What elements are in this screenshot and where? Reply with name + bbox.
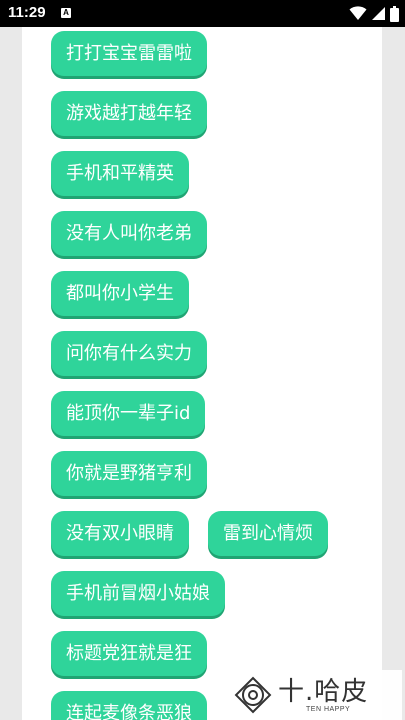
lyric-chip-5[interactable]: 都叫你小学生 (51, 271, 189, 316)
notification-icon: A (61, 8, 71, 18)
lyric-chip-6[interactable]: 问你有什么实力 (51, 331, 207, 376)
lyric-chip-2[interactable]: 游戏越打越年轻 (51, 91, 207, 136)
watermark-title: 十.哈皮 (278, 677, 369, 707)
status-bar: 11:29 A (0, 0, 405, 27)
status-icons (345, 5, 399, 22)
watermark-subtitle: TEN HAPPY (306, 706, 351, 713)
battery-icon (390, 5, 399, 22)
lyric-chip-3[interactable]: 手机和平精英 (51, 151, 189, 196)
signal-icon (372, 7, 385, 20)
left-margin (0, 27, 22, 720)
lyric-chip-9[interactable]: 没有双小眼睛 (51, 511, 189, 556)
lyric-chip-7[interactable]: 能顶你一辈子id (51, 391, 206, 436)
lyric-chip-4[interactable]: 没有人叫你老弟 (51, 211, 207, 256)
lyric-chip-12[interactable]: 标题党狂就是狂 (51, 631, 207, 676)
lyric-chip-13[interactable]: 连起麦像条恶狼 (51, 691, 207, 720)
wifi-icon (349, 6, 367, 20)
watermark-logo-icon (234, 676, 272, 714)
lyric-chip-10[interactable]: 雷到心情烦 (208, 511, 328, 556)
lyric-chip-1[interactable]: 打打宝宝雷雷啦 (51, 31, 207, 76)
status-time: 11:29 (8, 4, 46, 21)
watermark: 十.哈皮 TEN HAPPY (222, 670, 402, 720)
content-panel: 打打宝宝雷雷啦 游戏越打越年轻 手机和平精英 没有人叫你老弟 都叫你小学生 问你… (22, 27, 382, 720)
lyric-chip-11[interactable]: 手机前冒烟小姑娘 (51, 571, 225, 616)
lyric-chip-8[interactable]: 你就是野猪亨利 (51, 451, 207, 496)
